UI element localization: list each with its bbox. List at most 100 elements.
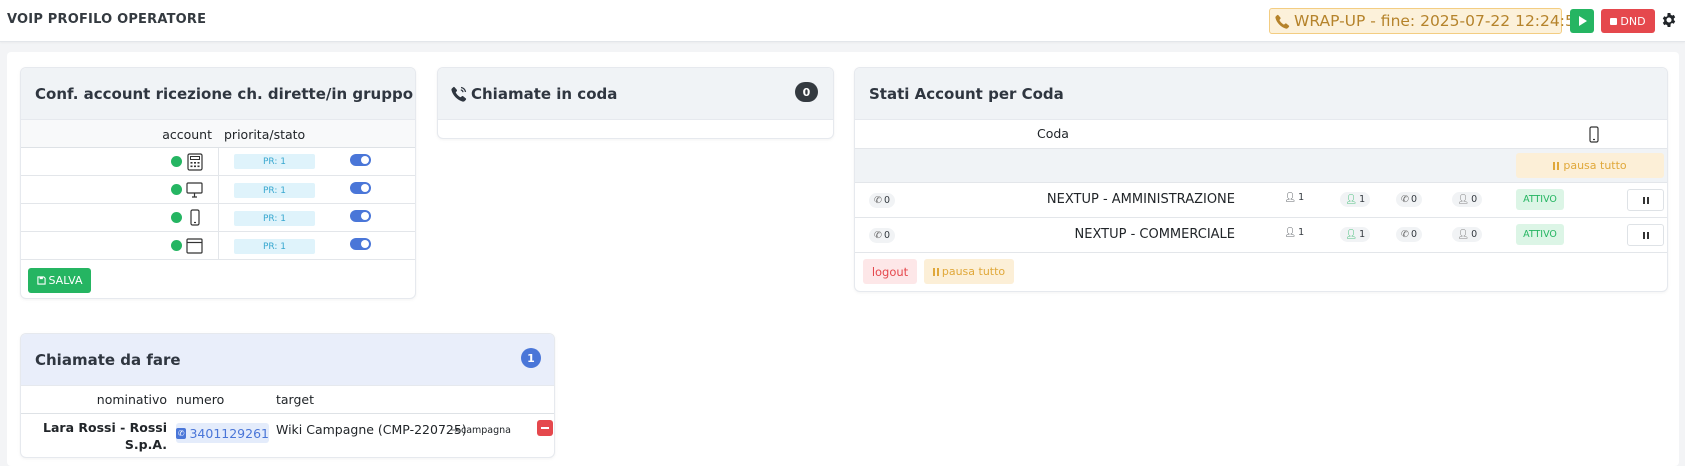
account-toggle[interactable] (350, 210, 371, 222)
status-dot (171, 156, 182, 167)
remove-button[interactable] (537, 420, 553, 436)
priority-badge: PR: 1 (234, 239, 315, 254)
calls-count: ✆ 0 (1396, 227, 1423, 242)
status-dot (171, 212, 182, 223)
paused-count: 👤︎ 0 (1452, 192, 1483, 207)
waiting-calls-pill: ✆ 0 (869, 228, 896, 243)
queue-states-card: Stati Account per Coda Coda pausa tutto … (854, 67, 1668, 292)
user-icon: 👤︎ (1284, 227, 1297, 238)
account-table-header: account priorita/stato (21, 120, 415, 148)
campaign-tag[interactable]: ⇥ campagna (451, 425, 511, 436)
page-title: VOIP PROFILO OPERATORE (7, 12, 207, 27)
calculator-icon (187, 153, 203, 171)
user-clock-icon: 👤︎ (1457, 194, 1470, 205)
priority-badge: PR: 1 (234, 211, 315, 226)
dnd-label: DND (1620, 14, 1646, 28)
queue-calls-title: Chiamate in coda (471, 84, 618, 103)
phone-icon: ✆ (1401, 229, 1409, 240)
agents-count: 👤︎ 1 (1284, 227, 1305, 238)
wrapup-text: WRAP-UP - fine: 2025-07-22 12:24:55 (1294, 12, 1585, 30)
col-number: numero (176, 392, 225, 407)
priority-badge: PR: 1 (234, 183, 315, 198)
paused-count: 👤︎ 0 (1452, 227, 1483, 242)
account-row: PR: 1 (21, 204, 415, 232)
pause-icon (1553, 161, 1560, 170)
dnd-button[interactable]: DND (1601, 9, 1655, 33)
pause-all-bottom-button[interactable]: pausa tutto (924, 259, 1014, 284)
col-queue: Coda (1037, 126, 1069, 141)
available-count: 👤︎ 1 (1340, 192, 1371, 207)
user-icon: 👤︎ (1284, 192, 1297, 203)
todo-calls-card: Chiamate da fare 1 nominativo numero tar… (20, 333, 555, 458)
account-config-card: Conf. account ricezione ch. dirette/in g… (20, 67, 416, 299)
col-target: target (276, 392, 315, 407)
desktop-icon (186, 182, 203, 198)
wrapup-status-badge: WRAP-UP - fine: 2025-07-22 12:24:55 (1269, 8, 1585, 34)
queue-toolbar-row: pausa tutto (855, 149, 1667, 183)
queue-count-badge: 0 (795, 82, 818, 102)
browser-window-icon (186, 238, 203, 254)
mobile-icon (190, 209, 200, 226)
phone-icon (1275, 14, 1290, 29)
account-toggle[interactable] (350, 182, 371, 194)
status-badge: ATTIVO (1516, 189, 1564, 210)
queue-calls-card: Chiamate in coda 0 (437, 67, 834, 139)
col-name: nominativo (96, 392, 167, 407)
phone-square-icon: ✆ (176, 427, 187, 439)
col-account: account (162, 127, 212, 142)
account-row: PR: 1 (21, 176, 415, 204)
stop-icon (1610, 17, 1618, 25)
phone-icon: ✆ (874, 195, 882, 206)
status-dot (171, 240, 182, 251)
gear-icon[interactable] (1661, 12, 1677, 28)
logout-button[interactable]: logout (863, 259, 917, 284)
target-text: Wiki Campagne (CMP-220725) (276, 422, 467, 437)
pause-all-label: pausa tutto (1563, 159, 1627, 172)
user-check-icon: 👤︎ (1345, 229, 1358, 240)
pause-icon (1642, 231, 1649, 239)
queue-states-title: Stati Account per Coda (855, 68, 1667, 120)
call-number-button[interactable]: ✆ 3401129261 (176, 423, 269, 443)
queue-name: NEXTUP - AMMINISTRAZIONE (1046, 192, 1235, 207)
pause-all-bottom-label: pausa tutto (941, 265, 1006, 278)
queue-table-header: Coda (855, 120, 1667, 149)
todo-calls-header: Chiamate da fare 1 (21, 334, 554, 386)
queue-pause-button[interactable] (1627, 224, 1664, 246)
phone-icon: ✆ (874, 230, 882, 241)
user-check-icon: 👤︎ (1345, 194, 1358, 205)
todo-table-header: nominativo numero target (21, 386, 554, 414)
top-bar: VOIP PROFILO OPERATORE WRAP-UP - fine: 2… (0, 0, 1685, 42)
agents-count: 👤︎ 1 (1284, 192, 1305, 203)
pause-icon (1642, 196, 1649, 204)
waiting-calls-pill: ✆ 0 (869, 193, 896, 208)
col-priority: priorita/stato (224, 127, 306, 142)
status-dot (171, 184, 182, 195)
save-button[interactable]: SALVA (28, 268, 91, 293)
play-button[interactable] (1570, 9, 1594, 33)
floppy-icon (36, 276, 46, 285)
save-label: SALVA (48, 274, 83, 287)
account-toggle[interactable] (350, 238, 371, 250)
queue-calls-header: Chiamate in coda 0 (438, 68, 833, 120)
account-config-title: Conf. account ricezione ch. dirette/in g… (21, 68, 415, 120)
todo-count-badge: 1 (521, 348, 541, 368)
account-toggle[interactable] (350, 154, 371, 166)
priority-badge: PR: 1 (234, 154, 315, 169)
queue-row: ✆ 0 NEXTUP - AMMINISTRAZIONE 👤︎ 1 👤︎ 1 ✆ 0 👤… (855, 183, 1667, 218)
contact-name: Lara Rossi - Rossi S.p.A. (43, 420, 167, 452)
queue-row: ✆ 0 NEXTUP - COMMERCIALE 👤︎ 1 👤︎ 1 ✆ 0 👤︎ 0 A… (855, 218, 1667, 253)
phone-volume-icon (451, 86, 467, 102)
phone-icon: ✆ (1401, 194, 1409, 205)
account-row: PR: 1 (21, 148, 415, 176)
sign-in-icon: ⇥ (451, 425, 459, 436)
account-row: PR: 1 (21, 232, 415, 260)
play-icon (1578, 16, 1587, 26)
status-badge: ATTIVO (1516, 224, 1564, 245)
pause-all-button[interactable]: pausa tutto (1516, 153, 1664, 178)
queue-name: NEXTUP - COMMERCIALE (1074, 227, 1235, 242)
available-count: 👤︎ 1 (1340, 227, 1371, 242)
pause-icon (932, 267, 939, 276)
user-clock-icon: 👤︎ (1457, 229, 1470, 240)
queue-pause-button[interactable] (1627, 189, 1664, 211)
mobile-icon (1589, 126, 1599, 143)
